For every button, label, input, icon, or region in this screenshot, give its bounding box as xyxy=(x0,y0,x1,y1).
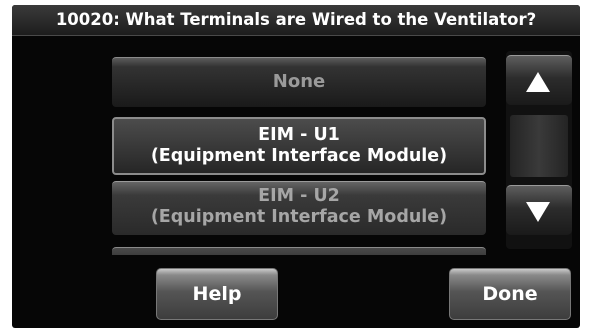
help-button[interactable]: Help xyxy=(156,268,278,320)
terminal-option-list: None EIM - U1 (Equipment Interface Modul… xyxy=(112,51,488,255)
thermostat-screen: 10020: What Terminals are Wired to the V… xyxy=(12,5,580,328)
option-label: EIM - U1 xyxy=(258,125,340,145)
scroll-down-button[interactable] xyxy=(506,185,572,235)
option-sublabel: (Equipment Interface Module) xyxy=(150,207,448,227)
option-label: EIM - U2 xyxy=(258,186,340,206)
scroll-thumb[interactable] xyxy=(510,115,568,177)
done-button[interactable]: Done xyxy=(449,268,571,320)
option-eim-u1-button[interactable]: EIM - U1 (Equipment Interface Module) xyxy=(112,117,486,175)
down-arrow-icon xyxy=(526,202,550,222)
scroll-up-button[interactable] xyxy=(506,55,572,105)
option-label: None xyxy=(272,71,326,92)
list-scrollbar[interactable] xyxy=(506,51,572,249)
page-title: 10020: What Terminals are Wired to the V… xyxy=(12,5,580,36)
option-sublabel: (Equipment Interface Module) xyxy=(150,146,448,166)
option-none-button[interactable]: None xyxy=(112,57,486,107)
option-partially-visible-button[interactable] xyxy=(112,247,486,255)
option-eim-u2-button[interactable]: EIM - U2 (Equipment Interface Module) xyxy=(112,181,486,235)
up-arrow-icon xyxy=(526,72,550,92)
